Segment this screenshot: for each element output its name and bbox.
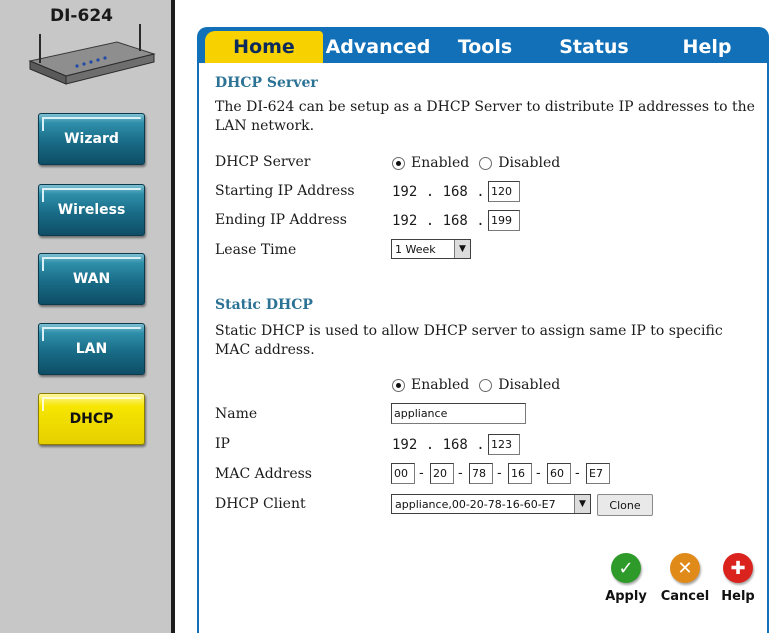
dhcp-server-enabled-label: Enabled: [411, 155, 470, 171]
static-dhcp-description: Static DHCP is used to allow DHCP server…: [215, 323, 723, 358]
tab-home[interactable]: Home: [205, 31, 323, 63]
ending-ip-last-octet-input[interactable]: [488, 210, 520, 231]
sidebar-item-wizard[interactable]: Wizard: [38, 113, 145, 165]
static-name-input[interactable]: [391, 403, 526, 424]
lease-time-value: 1 Week: [395, 242, 436, 256]
lease-time-select[interactable]: 1 Week ▼: [391, 239, 471, 259]
starting-ip-label: Starting IP Address: [215, 183, 355, 199]
chevron-down-icon: ▼: [574, 495, 590, 513]
mac-octet-5-input[interactable]: [547, 463, 571, 484]
sidebar-item-wan[interactable]: WAN: [38, 253, 145, 305]
sidebar-item-dhcp[interactable]: DHCP: [38, 393, 145, 445]
help-button[interactable]: ✚ Help: [713, 553, 763, 604]
mac-octet-1-input[interactable]: [391, 463, 415, 484]
sidebar-divider: [171, 0, 175, 633]
help-label: Help: [721, 589, 755, 604]
plus-icon: ✚: [723, 553, 753, 583]
static-name-label: Name: [215, 406, 258, 422]
mac-separator: -: [497, 466, 502, 481]
static-dhcp-enabled-radio[interactable]: [392, 378, 405, 392]
static-ip-last-octet-input[interactable]: [488, 434, 520, 455]
sidebar: DI-624 Wizard Wireless WAN LAN DHCP: [0, 0, 171, 633]
dhcp-server-disabled-radio[interactable]: [479, 156, 493, 170]
static-dhcp-section-title: Static DHCP: [215, 297, 313, 313]
tab-help[interactable]: Help: [651, 31, 763, 63]
mac-octet-3-input[interactable]: [469, 463, 493, 484]
mac-separator: -: [419, 466, 424, 481]
clone-button[interactable]: Clone: [597, 494, 653, 516]
dhcp-server-enabled-radio[interactable]: [392, 156, 405, 170]
mac-octet-2-input[interactable]: [430, 463, 454, 484]
static-ip-label: IP: [215, 436, 230, 452]
tab-status[interactable]: Status: [537, 31, 651, 63]
chevron-down-icon: ▼: [454, 240, 470, 258]
lease-time-label: Lease Time: [215, 242, 297, 258]
sidebar-item-lan[interactable]: LAN: [38, 323, 145, 375]
mac-octet-6-input[interactable]: [586, 463, 610, 484]
cancel-x-icon: ✕: [670, 553, 700, 583]
static-dhcp-radio-group: Enabled Disabled: [392, 377, 560, 393]
dhcp-server-radio-group: Enabled Disabled: [392, 155, 560, 171]
device-model-label: DI-624: [50, 6, 113, 26]
dhcp-client-label: DHCP Client: [215, 496, 306, 512]
dhcp-server-label: DHCP Server: [215, 154, 311, 170]
top-strip: [175, 0, 777, 12]
tab-advanced[interactable]: Advanced: [323, 31, 433, 63]
mac-separator: -: [458, 466, 463, 481]
apply-label: Apply: [605, 589, 647, 604]
dhcp-client-value: appliance,00-20-78-16-60-E7: [395, 497, 556, 511]
tab-tools[interactable]: Tools: [433, 31, 537, 63]
static-dhcp-disabled-radio[interactable]: [479, 378, 493, 392]
sidebar-item-wireless[interactable]: Wireless: [38, 184, 145, 236]
starting-ip-last-octet-input[interactable]: [488, 181, 520, 202]
cancel-button[interactable]: ✕ Cancel: [660, 553, 710, 604]
mac-address-label: MAC Address: [215, 466, 312, 482]
dhcp-server-disabled-label: Disabled: [498, 155, 561, 171]
checkmark-icon: ✓: [611, 553, 641, 583]
static-dhcp-enabled-label: Enabled: [411, 377, 470, 393]
ending-ip-label: Ending IP Address: [215, 212, 347, 228]
dhcp-server-description: The DI-624 can be setup as a DHCP Server…: [215, 99, 755, 134]
apply-button[interactable]: ✓ Apply: [601, 553, 651, 604]
dhcp-client-select[interactable]: appliance,00-20-78-16-60-E7 ▼: [391, 494, 591, 514]
mac-octet-4-input[interactable]: [508, 463, 532, 484]
mac-separator: -: [575, 466, 580, 481]
dhcp-server-section-title: DHCP Server: [215, 75, 318, 91]
cancel-label: Cancel: [660, 589, 710, 604]
mac-separator: -: [536, 466, 541, 481]
static-dhcp-disabled-label: Disabled: [498, 377, 561, 393]
